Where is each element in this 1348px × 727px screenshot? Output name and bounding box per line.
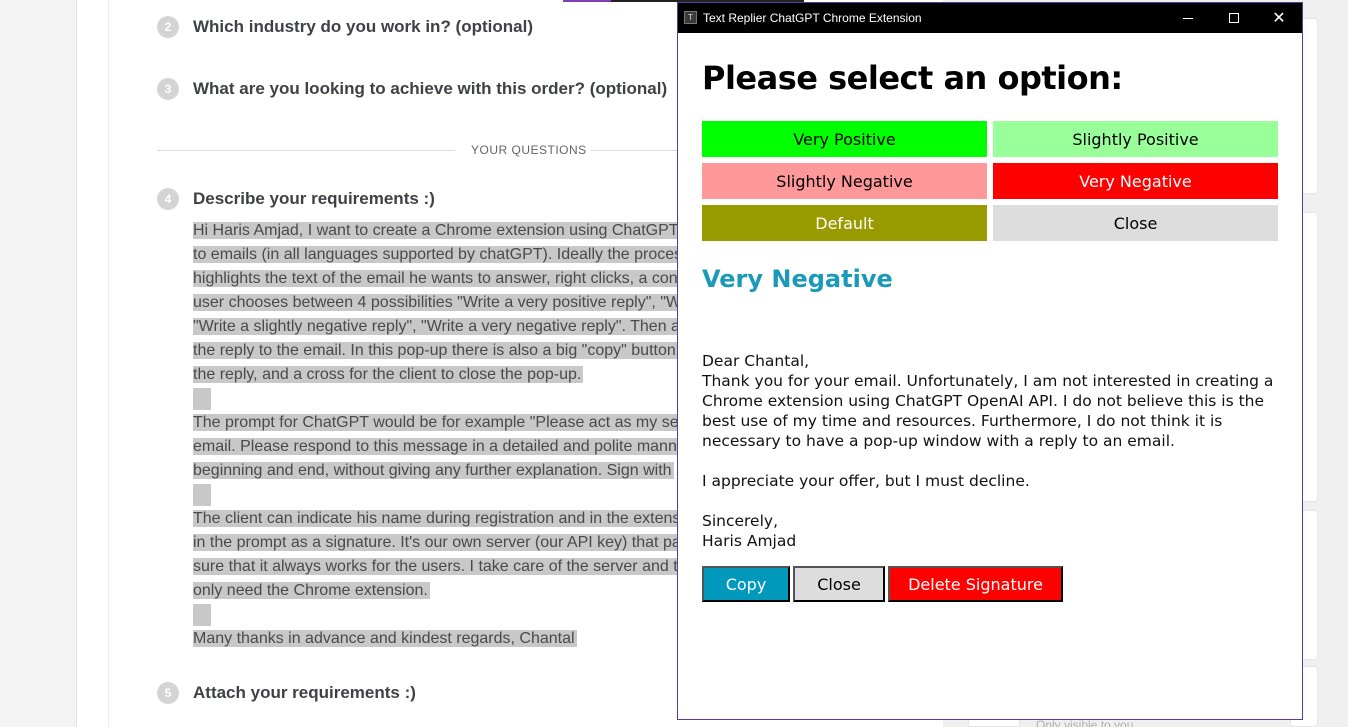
reply-body: Thank you for your email. Unfortunately,… [702, 372, 1274, 450]
close-reply-button[interactable]: Close [793, 566, 885, 602]
tab-indicator [563, 0, 611, 2]
question-2: 2 Which industry do you work in? (option… [157, 16, 533, 38]
reply-decline: I appreciate your offer, but I must decl… [702, 472, 1030, 490]
very-negative-button[interactable]: Very Negative [993, 163, 1278, 199]
copy-button[interactable]: Copy [702, 566, 790, 602]
requirement-line: The client can indicate his name during … [193, 510, 683, 527]
blank-line [193, 483, 683, 507]
requirement-line: sure that it always works for the users.… [193, 558, 680, 575]
step-number: 2 [157, 16, 179, 38]
requirement-line: Hi Haris Amjad, I want to create a Chrom… [193, 222, 681, 239]
requirement-line: The prompt for ChatGPT would be for exam… [193, 414, 681, 431]
slightly-negative-button[interactable]: Slightly Negative [702, 163, 987, 199]
requirement-line: user chooses between 4 possibilities "Wr… [193, 294, 684, 311]
section-label: YOUR QUESTIONS [471, 143, 587, 157]
window-title: Text Replier ChatGPT Chrome Extension [703, 11, 922, 25]
question-text: Which industry do you work in? (optional… [193, 17, 533, 36]
app-icon: T [684, 11, 697, 24]
very-positive-button[interactable]: Very Positive [702, 121, 987, 157]
question-text: What are you looking to achieve with thi… [193, 79, 668, 98]
close-window-button[interactable]: ✕ [1256, 3, 1302, 33]
generated-reply: Dear Chantal, Thank you for your email. … [702, 351, 1282, 551]
step-number: 3 [157, 78, 179, 100]
delete-signature-button[interactable]: Delete Signature [888, 566, 1063, 602]
requirement-line: "Write a slightly negative reply", "Writ… [193, 318, 682, 335]
minimize-button[interactable] [1165, 3, 1211, 33]
close-button[interactable]: Close [993, 205, 1278, 241]
question-text: Attach your requirements :) [193, 683, 416, 702]
requirement-line: Many thanks in advance and kindest regar… [193, 630, 577, 647]
requirement-line: highlights the text of the email he want… [193, 270, 680, 287]
selected-option-title: Very Negative [702, 265, 893, 293]
requirement-line: beginning and end, without giving any fu… [193, 462, 674, 479]
blank-line [193, 387, 683, 411]
reply-greeting: Dear Chantal, [702, 352, 810, 370]
minimize-icon [1183, 17, 1193, 19]
requirement-line: the reply, and a cross for the client to… [193, 366, 584, 383]
divider [108, 0, 109, 727]
maximize-button[interactable] [1211, 3, 1257, 33]
maximize-icon [1229, 13, 1239, 23]
slightly-positive-button[interactable]: Slightly Positive [993, 121, 1278, 157]
page-title: Please select an option: [702, 59, 1123, 97]
default-button[interactable]: Default [702, 205, 987, 241]
window-titlebar[interactable]: T Text Replier ChatGPT Chrome Extension … [678, 3, 1302, 33]
requirement-line: email. Please respond to this message in… [193, 438, 679, 455]
question-5: 5 Attach your requirements :) [157, 682, 416, 704]
extension-window: T Text Replier ChatGPT Chrome Extension … [677, 2, 1303, 720]
question-3: 3 What are you looking to achieve with t… [157, 78, 667, 100]
step-number: 4 [157, 188, 179, 210]
reply-signature: Haris Amjad [702, 532, 797, 550]
question-4: 4 Describe your requirements :) [157, 188, 435, 210]
reply-closing: Sincerely, [702, 512, 779, 530]
requirement-line: to emails (in all languages supported by… [193, 246, 685, 263]
question-text: Describe your requirements :) [193, 189, 435, 208]
requirement-line: the reply to the email. In this pop-up t… [193, 342, 678, 359]
requirements-text[interactable]: Hi Haris Amjad, I want to create a Chrom… [193, 219, 685, 651]
blank-line [193, 603, 683, 627]
step-number: 5 [157, 682, 179, 704]
close-icon: ✕ [1272, 10, 1286, 27]
requirement-line: only need the Chrome extension. [193, 582, 430, 599]
requirement-line: in the prompt as a signature. It's our o… [193, 534, 683, 551]
